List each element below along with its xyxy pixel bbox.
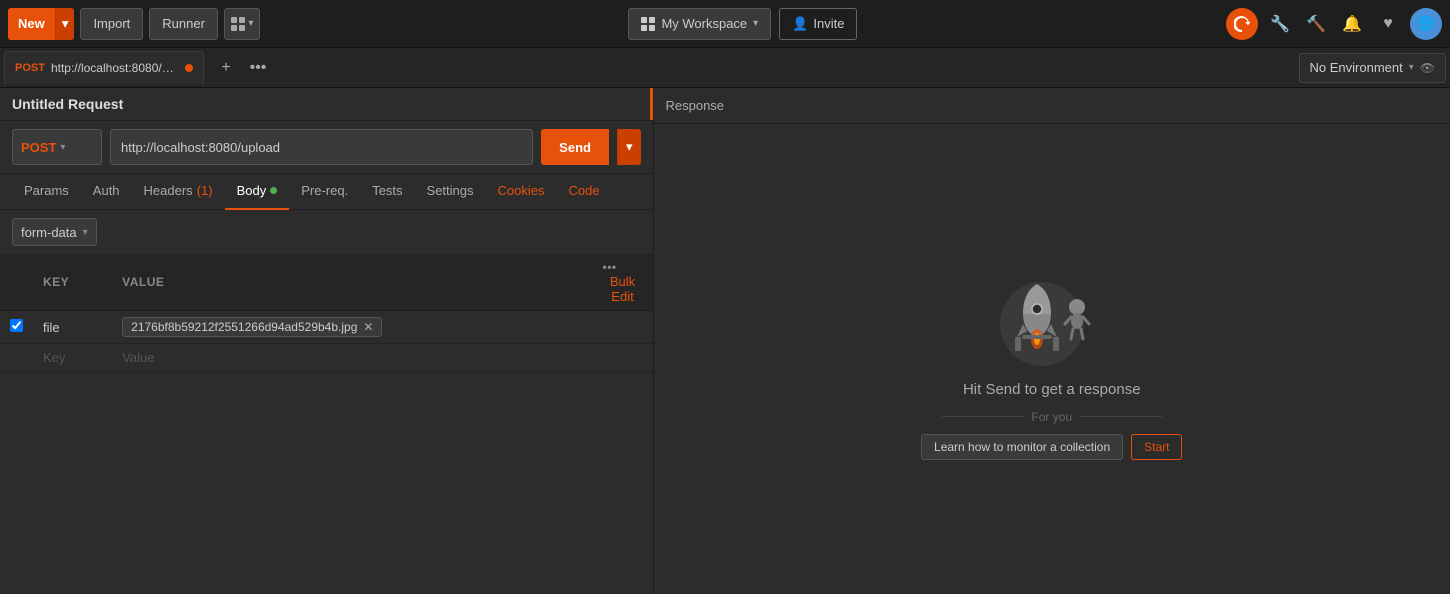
workspace-chevron-icon: ▾ xyxy=(753,18,758,29)
tab-code[interactable]: Code xyxy=(556,174,611,210)
placeholder-actions xyxy=(593,344,653,372)
env-eye-icon[interactable]: 👁 xyxy=(1420,61,1435,75)
request-tabs: Params Auth Headers (1) Body Pre-req. Te… xyxy=(0,174,653,210)
env-chevron-icon: ▾ xyxy=(1409,62,1414,73)
invite-icon: 👤 xyxy=(792,16,808,32)
value-cell[interactable]: 2176bf8b59212f2551266d94ad529b4b.jpg ✕ xyxy=(112,311,592,344)
body-type-label: form-data xyxy=(21,225,77,240)
globe-icon[interactable]: 🌐 xyxy=(1410,8,1442,40)
settings-icon[interactable]: 🔨 xyxy=(1302,10,1330,38)
new-button-group[interactable]: New ▾ xyxy=(8,8,74,40)
body-toolbar: form-data ▾ xyxy=(0,210,653,254)
rocket-illustration xyxy=(987,259,1117,369)
response-body: Hit Send to get a response For you Learn… xyxy=(654,124,1450,594)
request-title: Untitled Request xyxy=(12,96,123,112)
import-button[interactable]: Import xyxy=(80,8,143,40)
request-panel: Untitled Request POST ▾ Send ▾ Params Au… xyxy=(0,88,653,594)
toolbar-right: 🔧 🔨 🔔 ♥ 🌐 xyxy=(1226,8,1442,40)
file-tag: 2176bf8b59212f2551266d94ad529b4b.jpg ✕ xyxy=(122,317,382,337)
body-content: form-data ▾ KEY VALUE ••• Bulk Edit xyxy=(0,210,653,594)
invite-button[interactable]: 👤 Invite xyxy=(779,8,857,40)
method-text: POST xyxy=(21,140,56,155)
file-remove-icon[interactable]: ✕ xyxy=(363,320,373,334)
kv-table: KEY VALUE ••• Bulk Edit file xyxy=(0,254,653,372)
method-selector[interactable]: POST ▾ xyxy=(12,129,102,165)
env-label: No Environment xyxy=(1310,60,1403,75)
main-toolbar: New ▾ Import Runner ▾ My Workspace ▾ 👤 I… xyxy=(0,0,1450,48)
tab-method: POST xyxy=(15,62,45,74)
tab-url: http://localhost:8080/upload xyxy=(51,61,179,75)
placeholder-row: Key Value xyxy=(0,344,653,372)
tab-tests[interactable]: Tests xyxy=(360,174,414,210)
placeholder-value[interactable]: Value xyxy=(112,344,592,372)
url-row: POST ▾ Send ▾ xyxy=(0,121,653,174)
response-title: Response xyxy=(666,98,725,113)
send-dropdown-button[interactable]: ▾ xyxy=(617,129,641,165)
request-title-wrapper: Untitled Request xyxy=(0,88,653,121)
table-row: file 2176bf8b59212f2551266d94ad529b4b.jp… xyxy=(0,311,653,344)
request-tab[interactable]: POST http://localhost:8080/upload xyxy=(4,51,204,85)
row-checkbox[interactable] xyxy=(10,319,23,332)
tab-headers[interactable]: Headers (1) xyxy=(132,174,225,210)
add-tab-button[interactable]: + xyxy=(212,54,240,82)
placeholder-checkbox xyxy=(0,344,33,372)
response-panel: Response xyxy=(653,88,1450,594)
new-button[interactable]: New xyxy=(8,8,55,40)
th-checkbox xyxy=(0,254,33,311)
workspace-grid-icon xyxy=(641,17,655,31)
key-cell[interactable]: file xyxy=(33,311,112,344)
placeholder-key[interactable]: Key xyxy=(33,344,112,372)
bell-icon[interactable]: 🔔 xyxy=(1338,10,1366,38)
row-checkbox-cell[interactable] xyxy=(0,311,33,344)
heart-icon[interactable]: ♥ xyxy=(1374,10,1402,38)
start-button[interactable]: Start xyxy=(1131,434,1182,460)
tab-params[interactable]: Params xyxy=(12,174,81,210)
method-chevron-icon: ▾ xyxy=(60,142,65,153)
for-you-label: For you xyxy=(1031,410,1072,424)
monitor-row: Learn how to monitor a collection Start xyxy=(921,434,1182,460)
runner-button[interactable]: Runner xyxy=(149,8,218,40)
workspace-label: My Workspace xyxy=(661,16,747,31)
kv-table-header: KEY VALUE ••• Bulk Edit xyxy=(0,254,653,311)
response-header: Response xyxy=(654,88,1450,124)
tab-prereq[interactable]: Pre-req. xyxy=(289,174,360,210)
title-accent xyxy=(650,88,653,120)
main-content: Untitled Request POST ▾ Send ▾ Params Au… xyxy=(0,88,1450,594)
more-tabs-button[interactable]: ••• xyxy=(244,54,272,82)
more-icon[interactable]: ••• xyxy=(603,260,617,274)
tab-auth[interactable]: Auth xyxy=(81,174,132,210)
tab-body[interactable]: Body xyxy=(225,174,290,210)
tab-bar: POST http://localhost:8080/upload + ••• … xyxy=(0,48,1450,88)
tab-cookies[interactable]: Cookies xyxy=(486,174,557,210)
headers-count: (1) xyxy=(197,183,213,198)
send-button[interactable]: Send xyxy=(541,129,609,165)
body-type-select[interactable]: form-data ▾ xyxy=(12,218,97,246)
th-value: VALUE xyxy=(112,254,592,311)
th-actions: ••• Bulk Edit xyxy=(593,254,653,311)
workspace-button[interactable]: My Workspace ▾ xyxy=(628,8,771,40)
url-input[interactable] xyxy=(110,129,533,165)
hit-send-text: Hit Send to get a response xyxy=(963,381,1141,398)
monitor-button[interactable]: Learn how to monitor a collection xyxy=(921,434,1123,460)
layout-button[interactable]: ▾ xyxy=(224,8,260,40)
tab-actions: + ••• xyxy=(212,54,272,82)
tab-settings[interactable]: Settings xyxy=(415,174,486,210)
body-type-chevron-icon: ▾ xyxy=(83,227,88,238)
body-dot xyxy=(270,187,277,194)
th-key: KEY xyxy=(33,254,112,311)
new-dropdown-arrow[interactable]: ▾ xyxy=(55,8,75,40)
toolbar-center: My Workspace ▾ 👤 Invite xyxy=(266,8,1220,40)
sync-icon[interactable] xyxy=(1226,8,1258,40)
for-you-section: For you Learn how to monitor a collectio… xyxy=(921,410,1182,460)
file-name: 2176bf8b59212f2551266d94ad529b4b.jpg xyxy=(131,320,357,334)
wrench-icon[interactable]: 🔧 xyxy=(1266,10,1294,38)
env-selector[interactable]: No Environment ▾ 👁 xyxy=(1299,53,1446,83)
row-actions xyxy=(593,311,653,344)
tab-modified-dot xyxy=(185,64,193,72)
bulk-edit-button[interactable]: Bulk Edit xyxy=(603,274,643,304)
